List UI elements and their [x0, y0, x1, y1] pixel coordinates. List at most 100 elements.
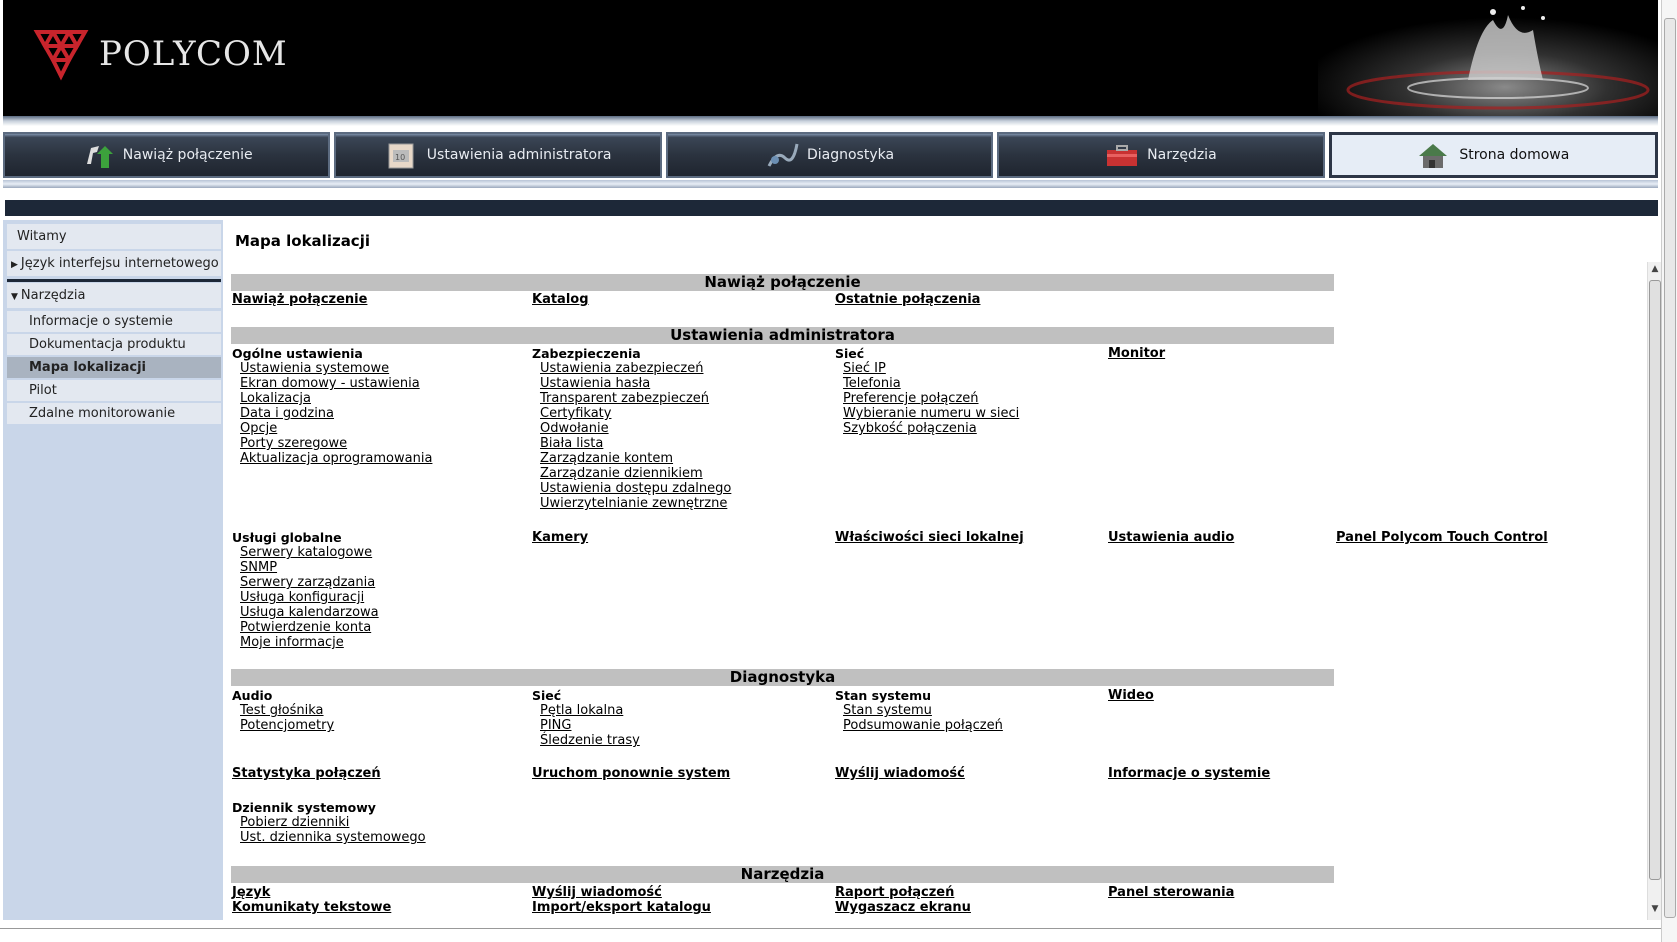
sidebar-item-label: Informacje o systemie — [29, 314, 173, 329]
ogolne-ustawienia-link[interactable]: Opcje — [232, 421, 432, 436]
home-icon — [1419, 144, 1448, 168]
siec-link[interactable]: Telefonia — [835, 376, 1019, 391]
link-komunikaty-tekstowe[interactable]: Komunikaty tekstowe — [232, 900, 391, 915]
diag-siec-link[interactable]: Pętla lokalna — [532, 703, 640, 718]
dziennik-link[interactable]: Ust. dziennika systemowego — [232, 830, 426, 845]
sidebar-separator — [7, 279, 221, 282]
link-wyslij-wiadomosc[interactable]: Wyślij wiadomość — [835, 766, 965, 781]
ogolne-ustawienia-link[interactable]: Data i godzina — [232, 406, 432, 421]
nav-label: Narzędzia — [1147, 147, 1217, 163]
link-panel-sterowania[interactable]: Panel sterowania — [1108, 885, 1234, 900]
column-wideo: Wideo — [1108, 688, 1154, 703]
column-audio: Ustawienia audio — [1108, 530, 1234, 545]
phone-icon — [86, 146, 113, 168]
link-ustawienia-audio[interactable]: Ustawienia audio — [1108, 530, 1234, 545]
scroll-down-icon[interactable]: ▼ — [1648, 904, 1662, 918]
nav-narzedzia[interactable]: Narzędzia — [997, 132, 1325, 178]
content-scrollbar[interactable]: ▲ ▼ — [1647, 262, 1661, 920]
uslugi-globalne-link[interactable]: Serwery zarządzania — [232, 575, 379, 590]
link-ostatnie-polaczenia[interactable]: Ostatnie połączenia — [835, 292, 980, 307]
ogolne-ustawienia-link[interactable]: Ekran domowy - ustawienia — [232, 376, 432, 391]
ogolne-ustawienia-link[interactable]: Ustawienia systemowe — [232, 361, 432, 376]
zabezpieczenia-link[interactable]: Zarządzanie dziennikiem — [532, 466, 731, 481]
status-bar — [0, 928, 1661, 942]
main-content: Mapa lokalizacji Nawiąż połączenie Nawią… — [223, 220, 1648, 920]
link-katalog[interactable]: Katalog — [532, 292, 589, 307]
siec-link[interactable]: Preferencje połączeń — [835, 391, 1019, 406]
link-uruchom-ponownie[interactable]: Uruchom ponownie system — [532, 766, 730, 781]
uslugi-globalne-link[interactable]: Usługa konfiguracji — [232, 590, 379, 605]
zabezpieczenia-link[interactable]: Odwołanie — [532, 421, 731, 436]
uslugi-globalne-link[interactable]: SNMP — [232, 560, 379, 575]
link-wygaszacz-ekranu[interactable]: Wygaszacz ekranu — [835, 900, 971, 915]
link-panel-touch-control[interactable]: Panel Polycom Touch Control — [1336, 530, 1548, 545]
link-import-eksport[interactable]: Import/eksport katalogu — [532, 900, 711, 915]
uslugi-globalne-link[interactable]: Potwierdzenie konta — [232, 620, 379, 635]
sidebar-item-narzedzia[interactable]: ▼ Narzędzia — [7, 283, 221, 309]
scrollbar-thumb[interactable] — [1649, 280, 1661, 880]
link-wideo[interactable]: Wideo — [1108, 688, 1154, 703]
link-nawiaz-polaczenie[interactable]: Nawiąż połączenie — [232, 292, 367, 307]
sidebar-item-label: Pilot — [29, 383, 57, 398]
uslugi-globalne-link[interactable]: Serwery katalogowe — [232, 545, 379, 560]
sidebar-item-pilot[interactable]: Pilot — [7, 380, 221, 402]
link-statystyka-polaczen[interactable]: Statystyka połączeń — [232, 766, 381, 781]
sidebar-item-label: Język interfejsu internetowego — [20, 256, 219, 271]
column: Raport połączeń Wygaszacz ekranu — [835, 885, 971, 915]
diag-stan-link[interactable]: Podsumowanie połączeń — [835, 718, 1003, 733]
scroll-up-icon[interactable]: ▲ — [1648, 264, 1662, 278]
nav-diagnostyka[interactable]: Diagnostyka — [665, 132, 994, 178]
diag-stan-link[interactable]: Stan systemu — [835, 703, 1003, 718]
diag-audio-link[interactable]: Potencjometry — [232, 718, 334, 733]
sidebar-item-zdalne[interactable]: Zdalne monitorowanie — [7, 403, 221, 425]
uslugi-globalne-link[interactable]: Moje informacje — [232, 635, 379, 650]
link-raport-polaczen[interactable]: Raport połączeń — [835, 885, 971, 900]
diag-siec-link[interactable]: Śledzenie trasy — [532, 733, 640, 748]
diag-audio-link[interactable]: Test głośnika — [232, 703, 334, 718]
link-wlasciwosci-sieci[interactable]: Właściwości sieci lokalnej — [835, 530, 1024, 545]
link-jezyk[interactable]: Język — [232, 885, 391, 900]
section-header-diag: Diagnostyka — [231, 669, 1334, 686]
dziennik-link[interactable]: Pobierz dzienniki — [232, 815, 426, 830]
window-scrollbar-thumb[interactable] — [1664, 18, 1676, 918]
sidebar-item-dokumentacja[interactable]: Dokumentacja produktu — [7, 334, 221, 356]
nav-label: Diagnostyka — [806, 147, 895, 163]
link-monitor[interactable]: Monitor — [1108, 346, 1165, 361]
diag-siec-link[interactable]: PING — [532, 718, 640, 733]
siec-link[interactable]: Sieć IP — [835, 361, 1019, 376]
nav-ustawienia-administratora[interactable]: 10 Ustawienia administratora — [334, 132, 662, 178]
link-wyslij-wiadomosc-2[interactable]: Wyślij wiadomość — [532, 885, 711, 900]
column-uslugi-globalne: Usługi globalne Serwery katalogowe SNMP Se… — [232, 530, 379, 650]
link-informacje-o-systemie[interactable]: Informacje o systemie — [1108, 766, 1270, 781]
window-scrollbar[interactable] — [1661, 0, 1677, 942]
zabezpieczenia-link[interactable]: Ustawienia hasła — [532, 376, 731, 391]
group-title: Sieć — [835, 346, 865, 361]
column-kamery: Kamery — [532, 530, 588, 545]
ogolne-ustawienia-link[interactable]: Lokalizacja — [232, 391, 432, 406]
sidebar-item-mapa[interactable]: Mapa lokalizacji — [7, 357, 221, 379]
ogolne-ustawienia-link[interactable]: Aktualizacja oprogramowania — [232, 451, 432, 466]
nav-strona-domowa[interactable]: Strona domowa — [1328, 132, 1659, 178]
column-diag-siec: Sieć Pętla lokalna PING Śledzenie trasy — [532, 688, 640, 748]
nav-nawiaz-polaczenie[interactable]: Nawiąż połączenie — [3, 132, 331, 178]
sidebar-item-jezyk[interactable]: ▶ Język interfejsu internetowego — [7, 251, 221, 277]
ogolne-ustawienia-link[interactable]: Porty szeregowe — [232, 436, 432, 451]
uslugi-globalne-link[interactable]: Usługa kalendarzowa — [232, 605, 379, 620]
siec-link[interactable]: Szybkość połączenia — [835, 421, 1019, 436]
group-title: Stan systemu — [835, 688, 932, 703]
group-title: Dziennik systemowy — [232, 800, 376, 815]
group-title: Usługi globalne — [232, 530, 342, 545]
section-header-polaczenie: Nawiąż połączenie — [231, 274, 1334, 291]
zabezpieczenia-link[interactable]: Transparent zabezpieczeń — [532, 391, 731, 406]
siec-link[interactable]: Wybieranie numeru w sieci — [835, 406, 1019, 421]
zabezpieczenia-link[interactable]: Certyfikaty — [532, 406, 731, 421]
sidebar-item-label: Witamy — [17, 229, 67, 244]
zabezpieczenia-link[interactable]: Uwierzytelnianie zewnętrzne — [532, 496, 731, 511]
zabezpieczenia-link[interactable]: Biała lista — [532, 436, 731, 451]
zabezpieczenia-link[interactable]: Zarządzanie kontem — [532, 451, 731, 466]
zabezpieczenia-link[interactable]: Ustawienia zabezpieczeń — [532, 361, 731, 376]
sidebar-item-witamy[interactable]: Witamy — [7, 224, 221, 250]
sidebar-item-informacje[interactable]: Informacje o systemie — [7, 311, 221, 333]
link-kamery[interactable]: Kamery — [532, 530, 588, 545]
zabezpieczenia-link[interactable]: Ustawienia dostępu zdalnego — [532, 481, 731, 496]
